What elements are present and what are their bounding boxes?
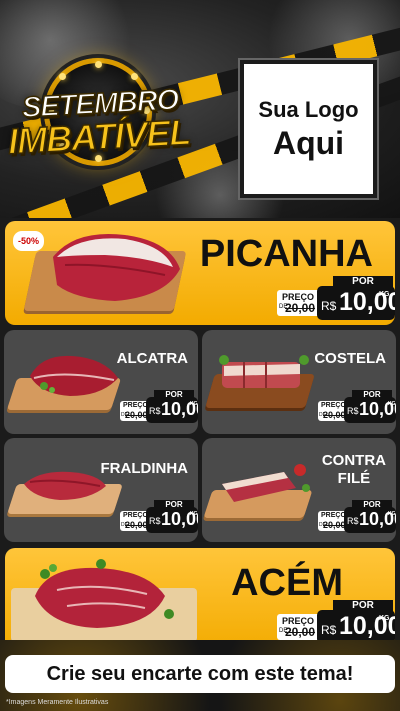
preco-label: PREÇO bbox=[321, 402, 346, 409]
new-price-box: R$ 10,00 KG bbox=[146, 397, 198, 423]
product-card-alcatra[interactable]: ALCATRA POR PREÇO DE 20,00 R$ 10,00 KG bbox=[4, 330, 198, 434]
old-price: 20,00 bbox=[125, 410, 148, 420]
new-price-box: R$ 10,00 KG bbox=[344, 507, 396, 533]
price-tag: POR PREÇO DE 20,00 R$ 10,00 KG bbox=[277, 600, 395, 644]
product-name-line2: FILÉ bbox=[337, 470, 371, 487]
currency-label: R$ bbox=[347, 516, 359, 526]
cta-banner[interactable]: Crie seu encarte com este tema! bbox=[5, 655, 395, 693]
header-banner: SETEMBRO IMBATÍVEL Sua Logo Aqui bbox=[0, 0, 400, 218]
unit-label: KG bbox=[379, 291, 390, 298]
product-name-line1: CONTRA bbox=[321, 452, 386, 469]
product-name: ACÉM bbox=[231, 562, 343, 604]
product-card-contra-file[interactable]: CONTRA FILÉ POR PREÇO DE 20,00 R$ 10,00 … bbox=[202, 438, 396, 542]
unit-label: KG bbox=[388, 401, 396, 407]
product-name: FRALDINHA bbox=[100, 460, 189, 477]
picanha-meat-image bbox=[53, 233, 180, 301]
price-tag: POR PREÇO DE 20,00 R$ 10,00 KG bbox=[318, 390, 396, 424]
old-price: 20,00 bbox=[125, 520, 148, 530]
product-name: PICANHA bbox=[199, 233, 373, 275]
unit-label: KG bbox=[190, 401, 198, 407]
price-tag: POR PREÇO DE 20,00 R$ 10,00 KG bbox=[120, 500, 198, 534]
costela-meat-image bbox=[219, 355, 309, 388]
acem-meat-image bbox=[35, 559, 174, 628]
campaign-title-line2: IMBATÍVEL bbox=[6, 111, 192, 163]
old-price: 20,00 bbox=[285, 625, 316, 639]
unit-label: KG bbox=[379, 615, 390, 622]
product-card-fraldinha[interactable]: FRALDINHA POR PREÇO DE 20,00 R$ 10,00 KG bbox=[4, 438, 198, 542]
preco-label: PREÇO bbox=[123, 512, 148, 519]
logo-placeholder[interactable]: Sua Logo Aqui bbox=[238, 58, 379, 200]
currency-label: R$ bbox=[347, 406, 359, 416]
contra-file-meat-image bbox=[222, 464, 310, 502]
logo-text-line2: Aqui bbox=[272, 124, 345, 161]
alcatra-meat-image bbox=[30, 355, 118, 396]
old-price: 20,00 bbox=[323, 410, 346, 420]
currency-label: R$ bbox=[321, 299, 337, 313]
new-price-box: R$ 10,00 KG bbox=[344, 397, 396, 423]
old-price: 20,00 bbox=[285, 301, 316, 315]
currency-label: R$ bbox=[149, 516, 161, 526]
price-tag: POR PREÇO DE 20,00 R$ 10,00 KG bbox=[120, 390, 198, 424]
unit-label: KG bbox=[388, 511, 396, 517]
product-card-picanha[interactable]: -50% PICANHA POR PREÇO DE 20,00 R$ 10,00… bbox=[5, 221, 395, 325]
product-card-acem[interactable]: ACÉM POR PREÇO DE 20,00 R$ 10,00 KG bbox=[5, 548, 395, 652]
product-name: ALCATRA bbox=[116, 350, 188, 367]
product-name: COSTELA bbox=[314, 350, 386, 367]
discount-badge: -50% bbox=[13, 231, 45, 251]
preco-label: PREÇO bbox=[123, 402, 148, 409]
new-price-box: R$ 10,00 KG bbox=[317, 610, 395, 644]
currency-label: R$ bbox=[149, 406, 161, 416]
cta-text: Crie seu encarte com este tema! bbox=[46, 662, 354, 685]
old-price-box: PREÇO DE 20,00 bbox=[277, 290, 321, 316]
product-card-costela[interactable]: COSTELA POR PREÇO DE 20,00 R$ 10,00 KG bbox=[202, 330, 396, 434]
old-price: 20,00 bbox=[323, 520, 346, 530]
preco-label: PREÇO bbox=[321, 512, 346, 519]
currency-label: R$ bbox=[321, 623, 337, 637]
new-price-box: R$ 10,00 KG bbox=[317, 286, 395, 320]
product-name: CONTRA FILÉ bbox=[322, 452, 386, 488]
price-tag: POR PREÇO DE 20,00 R$ 10,00 KG bbox=[277, 276, 395, 320]
fraldinha-meat-image bbox=[24, 471, 106, 500]
old-price-box: PREÇO DE 20,00 bbox=[277, 614, 321, 640]
disclaimer-text: *Imagens Meramente Ilustrativas bbox=[6, 699, 109, 706]
new-price-box: R$ 10,00 KG bbox=[146, 507, 198, 533]
price-tag: POR PREÇO DE 20,00 R$ 10,00 KG bbox=[318, 500, 396, 534]
unit-label: KG bbox=[190, 511, 198, 517]
logo-text-line1: Sua Logo bbox=[258, 96, 359, 122]
